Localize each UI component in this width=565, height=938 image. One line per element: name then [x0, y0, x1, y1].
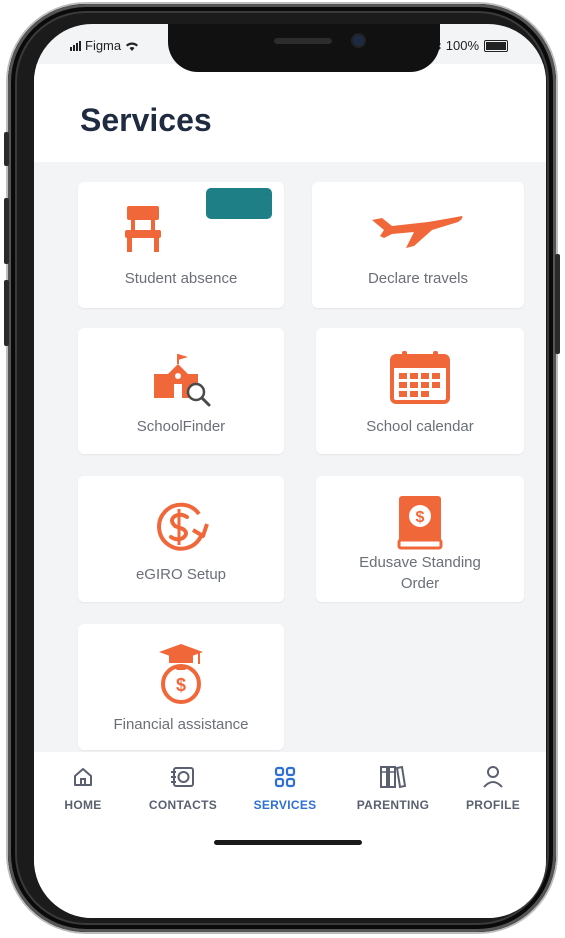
- header: Services: [34, 64, 546, 162]
- tab-profile[interactable]: PROFILE: [448, 764, 538, 812]
- carrier-name: Figma: [85, 38, 122, 53]
- contacts-icon: [171, 767, 194, 787]
- volume-down-button: [4, 280, 9, 346]
- battery-icon: [484, 39, 508, 52]
- tab-label: SERVICES: [253, 798, 317, 812]
- grid-icon: [274, 766, 296, 788]
- books-icon: [380, 765, 407, 789]
- tab-services[interactable]: SERVICES: [240, 764, 330, 812]
- person-icon: [483, 766, 503, 788]
- svg-text:$: $: [416, 509, 425, 526]
- tile-edusave-standing-order[interactable]: $ Edusave Standing Order: [316, 476, 524, 602]
- tab-contacts[interactable]: CONTACTS: [138, 764, 228, 812]
- page-title: Services: [80, 102, 212, 138]
- tab-parenting[interactable]: PARENTING: [348, 764, 438, 812]
- tooltip-chip: [206, 188, 272, 219]
- battery-percent: 100%: [445, 38, 479, 53]
- tile-label: School calendar: [366, 418, 474, 435]
- tile-label-line1: Edusave Standing: [359, 554, 481, 571]
- airplane-icon: [372, 216, 463, 248]
- tile-schoolfinder[interactable]: SchoolFinder: [78, 328, 284, 454]
- camera: [353, 35, 364, 46]
- dollar-refresh-icon: [157, 502, 209, 551]
- signal-icon: [70, 40, 81, 51]
- tile-label: eGIRO Setup: [135, 566, 227, 583]
- tile-label: Financial assistance: [113, 716, 249, 733]
- tab-label: PROFILE: [465, 798, 521, 812]
- calendar-icon: [390, 351, 450, 404]
- power-button: [555, 254, 560, 354]
- tab-label: PARENTING: [356, 798, 430, 812]
- tile-financial-assistance[interactable]: $ Financial assistance: [78, 624, 284, 750]
- tab-label: CONTACTS: [148, 798, 218, 812]
- tile-label: Declare travels: [367, 270, 469, 287]
- status-right: 100%: [433, 38, 508, 53]
- tile-declare-travels[interactable]: Declare travels: [312, 182, 524, 308]
- tile-egiro-setup[interactable]: eGIRO Setup: [78, 476, 284, 602]
- school-search-icon: [154, 354, 211, 407]
- graduation-money-icon: $: [159, 644, 203, 704]
- dollar-book-icon: $: [397, 496, 443, 550]
- tile-label: Student absence: [124, 270, 238, 287]
- speaker: [274, 38, 332, 44]
- tile-school-calendar[interactable]: School calendar: [316, 328, 524, 454]
- svg-text:$: $: [176, 675, 186, 695]
- tab-home[interactable]: HOME: [38, 764, 128, 812]
- home-indicator[interactable]: [214, 840, 362, 845]
- home-icon: [74, 768, 92, 786]
- tab-label: HOME: [64, 798, 102, 812]
- volume-up-button: [4, 198, 9, 264]
- bottom-area: [34, 836, 546, 918]
- wifi-icon: [126, 42, 139, 51]
- notch: [168, 24, 440, 72]
- mute-switch: [4, 132, 9, 166]
- tab-bar: HOME CONTACTS SERVICES PARENTING PROFILE: [34, 752, 546, 836]
- tile-label: SchoolFinder: [136, 418, 226, 435]
- status-left: Figma: [70, 38, 139, 53]
- tile-label-line2: Order: [400, 575, 440, 592]
- phone-frame: Figma 100% Services Student absence Decl…: [4, 4, 560, 932]
- chair-icon: [125, 206, 161, 252]
- screen: Figma 100% Services Student absence Decl…: [34, 24, 546, 918]
